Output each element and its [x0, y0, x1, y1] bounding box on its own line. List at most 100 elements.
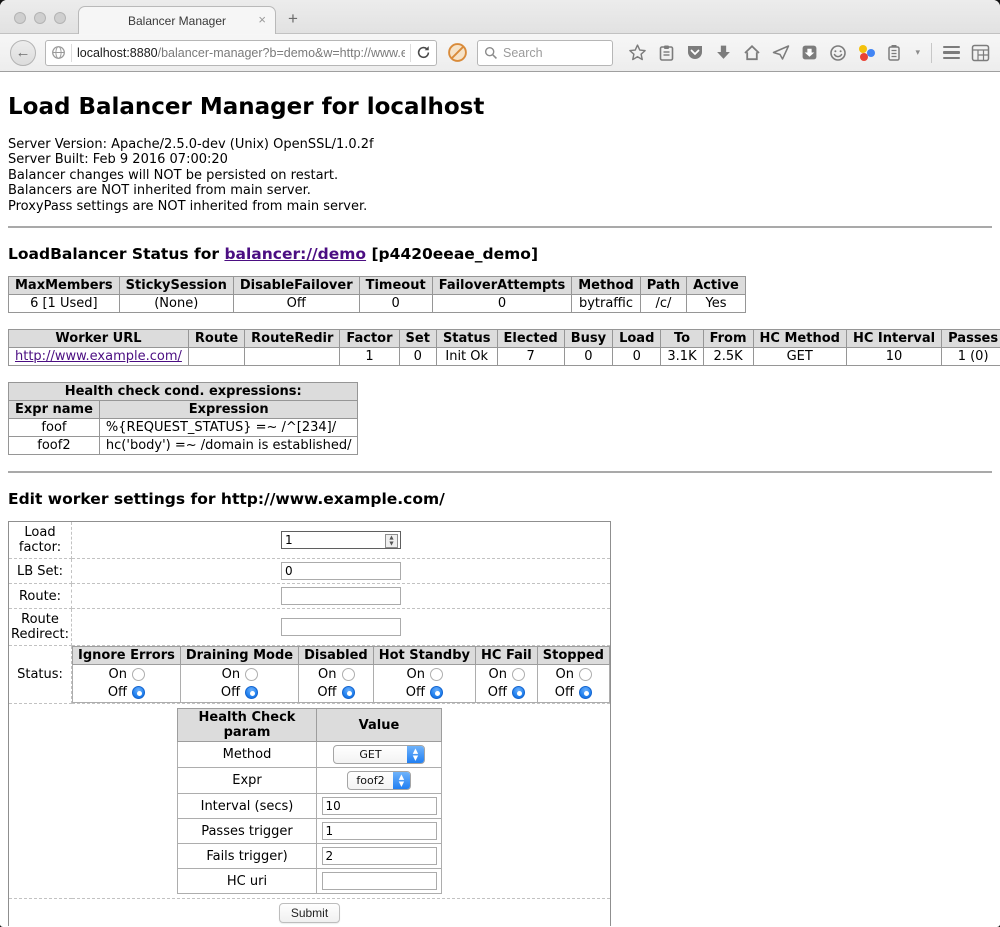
table-title-row: Health check cond. expressions: [9, 383, 358, 401]
interval-input[interactable] [322, 797, 437, 815]
chevron-down-icon[interactable]: ▾ [915, 47, 920, 58]
reload-icon[interactable] [416, 45, 431, 60]
route-redirect-row: Route Redirect: [9, 609, 611, 646]
expr-select[interactable]: foof2▲▼ [347, 771, 411, 790]
site-identity-globe-icon[interactable] [51, 45, 66, 60]
col-path: Path [640, 277, 686, 295]
minimize-window-icon[interactable] [34, 12, 46, 24]
submit-button[interactable]: Submit [279, 903, 340, 923]
status-col-stopped: OnOff [537, 665, 609, 703]
cell-load: 0 [613, 348, 661, 366]
stopped-on-radio[interactable] [579, 668, 592, 681]
off-label: Off [488, 685, 507, 700]
cell-passes: 1 (0) [942, 348, 1000, 366]
table-row: 6 [1 Used] (None) Off 0 0 bytraffic /c/ … [9, 295, 746, 313]
off-label: Off [317, 685, 336, 700]
send-icon[interactable] [772, 44, 790, 61]
browser-window: Balancer Manager × + ← localhost:8880/ba… [0, 0, 1000, 927]
hc-fail-on-radio[interactable] [512, 668, 525, 681]
cell-hc-method: GET [753, 348, 846, 366]
select-stepper-icon: ▲▼ [393, 771, 410, 790]
hc-uri-input[interactable] [322, 872, 437, 890]
downloads-icon[interactable] [715, 44, 732, 61]
route-input[interactable] [281, 587, 401, 605]
bookmark-star-icon[interactable] [628, 43, 647, 62]
status-radio-row: OnOff OnOff OnOff OnOff [73, 665, 610, 703]
tab-title: Balancer Manager [128, 14, 226, 28]
hc-uri-label: HC uri [178, 869, 317, 894]
server-info: Server Version: Apache/2.5.0-dev (Unix) … [8, 137, 992, 214]
cell-stickysession: (None) [119, 295, 233, 313]
fails-row: Fails trigger) [178, 844, 442, 869]
on-label: On [488, 667, 507, 682]
page-content: Load Balancer Manager for localhost Serv… [0, 72, 1000, 926]
table-header-row: Expr name Expression [9, 401, 358, 419]
stopped-off-radio[interactable] [579, 686, 592, 699]
lb-set-input[interactable] [281, 562, 401, 580]
col-hc-interval: HC Interval [846, 330, 941, 348]
persist-note-line: Balancer changes will NOT be persisted o… [8, 168, 992, 183]
close-window-icon[interactable] [14, 12, 26, 24]
url-bar[interactable]: localhost:8880/balancer-manager?b=demo&w… [45, 40, 437, 66]
menu-icon[interactable] [943, 46, 960, 60]
on-label: On [221, 667, 240, 682]
ignore-errors-on-radio[interactable] [132, 668, 145, 681]
cell-busy: 0 [564, 348, 612, 366]
cell-expr-name: foof2 [9, 437, 100, 455]
window-controls[interactable] [14, 12, 66, 24]
passes-input[interactable] [322, 822, 437, 840]
col-stickysession: StickySession [119, 277, 233, 295]
balancer-status-table: MaxMembers StickySession DisableFailover… [8, 276, 746, 313]
hot-standby-off-radio[interactable] [430, 686, 443, 699]
fails-input[interactable] [322, 847, 437, 865]
balancer-demo-link[interactable]: balancer://demo [224, 245, 366, 263]
method-row: Method GET▲▼ [178, 742, 442, 768]
off-label: Off [108, 685, 127, 700]
hc-fail-off-radio[interactable] [512, 686, 525, 699]
disabled-on-radio[interactable] [342, 668, 355, 681]
proxypass-note-line: ProxyPass settings are NOT inherited fro… [8, 199, 992, 214]
draining-mode-on-radio[interactable] [245, 668, 258, 681]
url-text[interactable]: localhost:8880/balancer-manager?b=demo&w… [77, 46, 405, 60]
load-factor-input[interactable] [281, 531, 401, 549]
home-icon[interactable] [743, 44, 761, 61]
reader-grid-icon[interactable] [971, 44, 990, 62]
zoom-window-icon[interactable] [54, 12, 66, 24]
pocket-icon[interactable] [686, 44, 704, 61]
extension-colors-icon[interactable] [858, 44, 875, 61]
col-expression: Expression [99, 401, 358, 419]
back-button[interactable]: ← [10, 40, 36, 66]
passes-row: Passes trigger [178, 819, 442, 844]
page-title: Load Balancer Manager for localhost [8, 94, 992, 120]
feedback-smiley-icon[interactable] [829, 44, 847, 62]
container-icon[interactable] [886, 44, 902, 62]
number-stepper-icon[interactable]: ▲▼ [385, 534, 398, 548]
new-tab-button[interactable]: + [288, 9, 298, 29]
lb-set-row: LB Set: [9, 559, 611, 584]
tab-close-icon[interactable]: × [258, 13, 266, 26]
save-to-box-icon[interactable] [801, 44, 818, 61]
toolbar-icon-group: ▾ [628, 43, 990, 63]
col-status: Status [436, 330, 497, 348]
reading-list-icon[interactable] [658, 44, 675, 62]
hc-expressions-title: Health check cond. expressions: [9, 383, 358, 401]
col-method: Method [572, 277, 640, 295]
method-select[interactable]: GET▲▼ [333, 745, 425, 764]
health-params-row: Health Check param Value Method GET▲▼ Ex… [9, 704, 611, 899]
col-failoverattempts: FailoverAttempts [432, 277, 572, 295]
col-stopped: Stopped [537, 647, 609, 665]
off-label: Off [406, 685, 425, 700]
route-redirect-input[interactable] [281, 618, 401, 636]
health-params-subtable: Health Check param Value Method GET▲▼ Ex… [177, 708, 442, 894]
browser-tab[interactable]: Balancer Manager × [78, 6, 276, 34]
content-blocker-icon[interactable] [446, 42, 468, 64]
worker-url-link[interactable]: http://www.example.com/ [15, 349, 182, 364]
disabled-off-radio[interactable] [342, 686, 355, 699]
submit-row: Submit [9, 899, 611, 926]
expr-label: Expr [178, 768, 317, 794]
hot-standby-on-radio[interactable] [430, 668, 443, 681]
ignore-errors-off-radio[interactable] [132, 686, 145, 699]
search-bar[interactable]: Search [477, 40, 613, 66]
draining-mode-off-radio[interactable] [245, 686, 258, 699]
cell-set: 0 [399, 348, 436, 366]
